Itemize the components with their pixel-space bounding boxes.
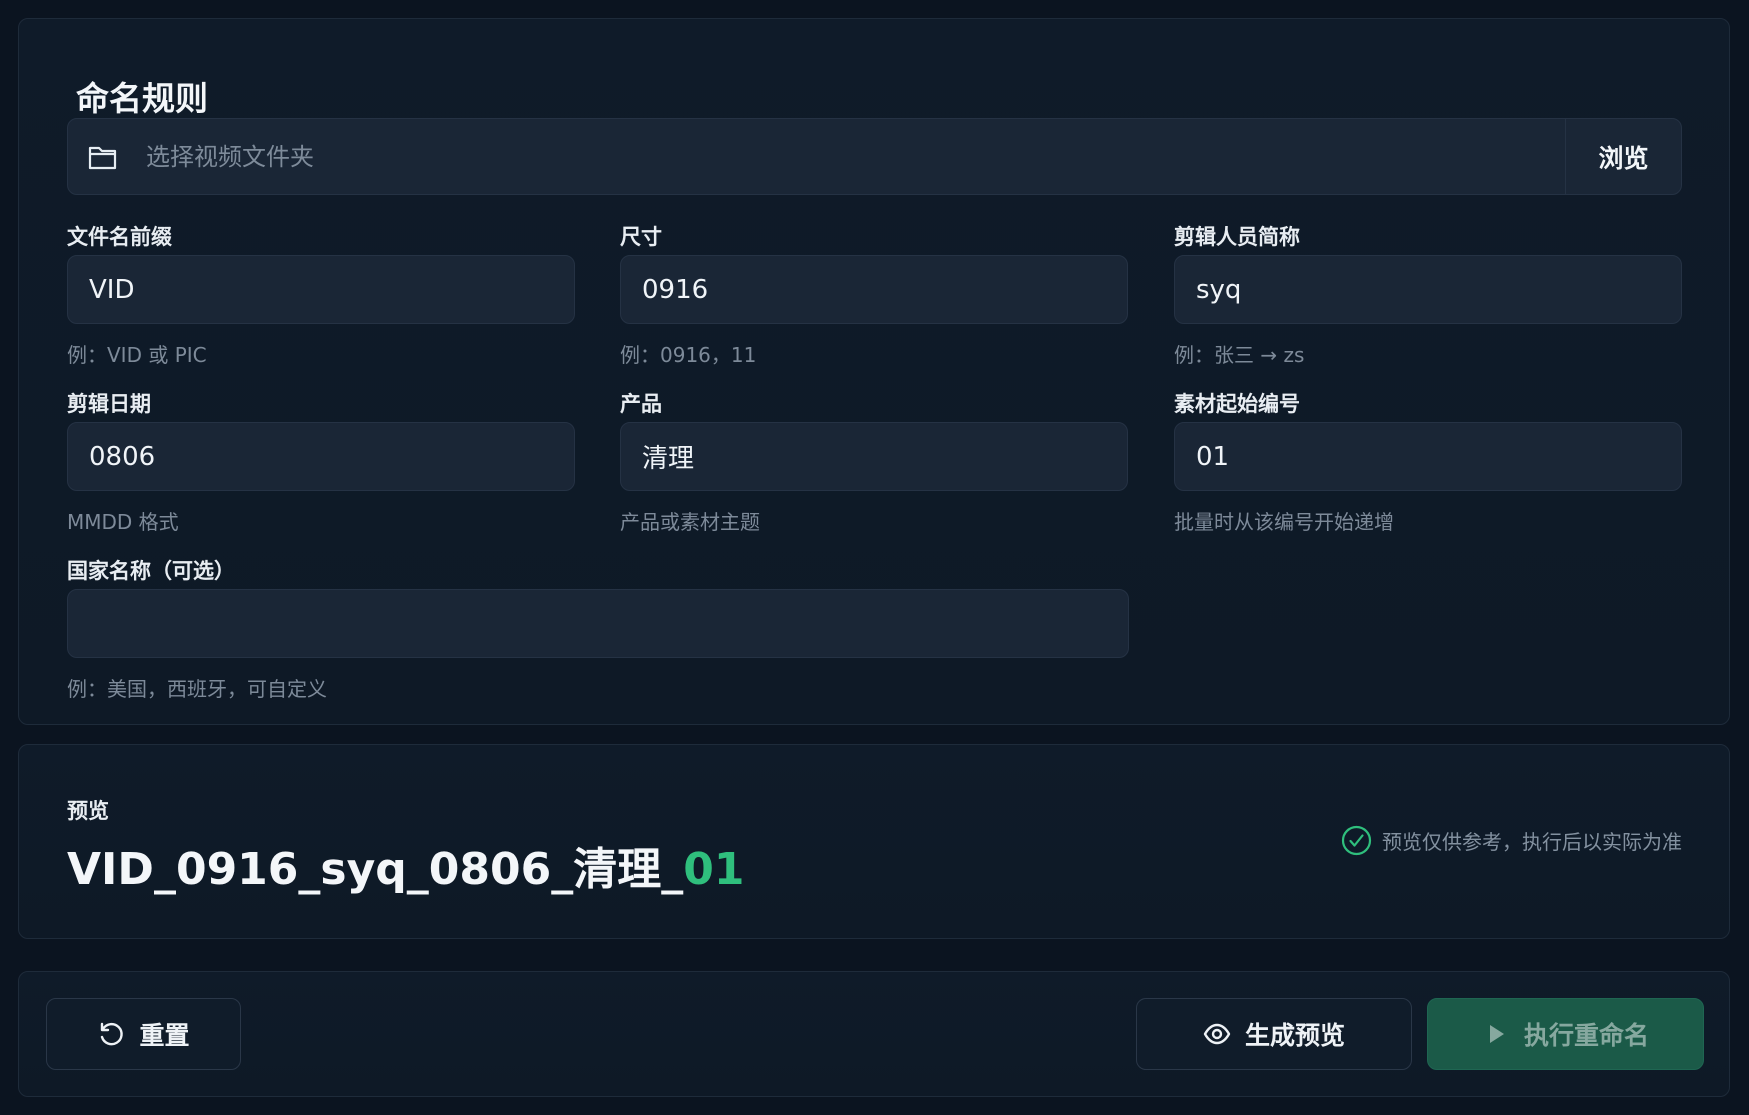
field-hint: 例：0916，11 xyxy=(620,343,757,367)
edit-date-input[interactable] xyxy=(67,422,575,491)
folder-icon xyxy=(88,146,117,170)
preview-card: 预览 VID_0916_syq_0806_清理_01 预览仅供参考，执行后以实际… xyxy=(18,744,1730,939)
size-input[interactable] xyxy=(620,255,1128,324)
field-label: 剪辑日期 xyxy=(67,392,151,416)
folder-path-input[interactable] xyxy=(146,119,1506,194)
browse-button[interactable]: 浏览 xyxy=(1565,119,1681,194)
product-input[interactable] xyxy=(620,422,1128,491)
preview-filename-main: VID_0916_syq_0806_清理_ xyxy=(67,844,684,895)
field-hint: 产品或素材主题 xyxy=(620,510,760,534)
prefix-input[interactable] xyxy=(67,255,575,324)
field-hint: 例：VID 或 PIC xyxy=(67,343,207,367)
card-title: 命名规则 xyxy=(76,79,208,118)
folder-picker: 浏览 xyxy=(67,118,1682,195)
field-hint: 例：张三 → zs xyxy=(1174,343,1305,367)
preview-label: 预览 xyxy=(67,799,109,823)
field-label: 尺寸 xyxy=(620,225,662,249)
execute-rename-button[interactable]: 执行重命名 xyxy=(1427,998,1704,1070)
field-label: 素材起始编号 xyxy=(1174,392,1300,416)
preview-note-text: 预览仅供参考，执行后以实际为准 xyxy=(1382,830,1682,854)
play-icon xyxy=(1489,1025,1504,1043)
generate-preview-label: 生成预览 xyxy=(1244,1021,1345,1050)
check-circle-icon xyxy=(1341,825,1372,856)
execute-rename-label: 执行重命名 xyxy=(1523,1021,1649,1050)
field-hint: 例：美国，西班牙，可自定义 xyxy=(67,677,327,701)
reset-label: 重置 xyxy=(139,1021,190,1050)
preview-filename: VID_0916_syq_0806_清理_01 xyxy=(67,833,744,897)
field-label: 剪辑人员简称 xyxy=(1174,225,1300,249)
preview-filename-seq: 01 xyxy=(683,844,745,895)
actions-card: 重置 生成预览 执行重命名 xyxy=(18,971,1730,1097)
eye-icon xyxy=(1203,1023,1231,1045)
field-label: 国家名称（可选） xyxy=(67,559,235,583)
field-label: 文件名前缀 xyxy=(67,225,172,249)
preview-note: 预览仅供参考，执行后以实际为准 xyxy=(1341,825,1682,856)
field-hint: 批量时从该编号开始递增 xyxy=(1174,510,1394,534)
field-label: 产品 xyxy=(620,392,662,416)
country-input[interactable] xyxy=(67,589,1129,658)
editor-abbr-input[interactable] xyxy=(1174,255,1682,324)
generate-preview-button[interactable]: 生成预览 xyxy=(1136,998,1412,1070)
field-hint: MMDD 格式 xyxy=(67,510,179,534)
naming-rules-card: 命名规则 浏览 文件名前缀 例：VID 或 PIC 尺寸 例：0916，11 剪… xyxy=(18,18,1730,725)
refresh-icon xyxy=(101,1022,124,1046)
reset-button[interactable]: 重置 xyxy=(46,998,241,1070)
start-number-input[interactable] xyxy=(1174,422,1682,491)
